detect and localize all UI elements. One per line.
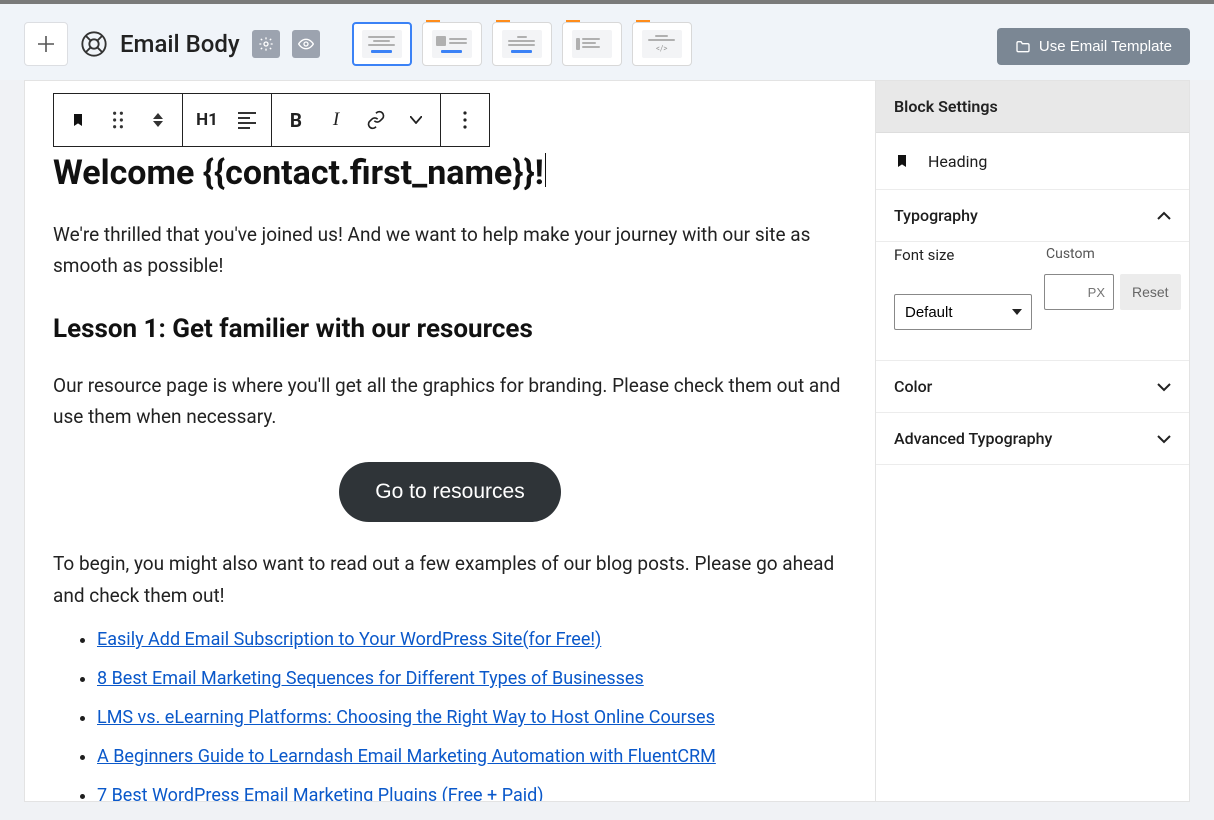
use-template-label: Use Email Template: [1039, 38, 1172, 55]
settings-button[interactable]: [252, 30, 280, 58]
move-up-down-button[interactable]: [144, 102, 172, 138]
list-item: LMS vs. eLearning Platforms: Choosing th…: [97, 707, 847, 728]
template-option-3[interactable]: [492, 22, 552, 66]
page-title: Email Body: [120, 30, 240, 58]
blog-intro-paragraph[interactable]: To begin, you might also want to read ou…: [53, 548, 847, 611]
template-option-5[interactable]: </>: [632, 22, 692, 66]
bold-button[interactable]: B: [282, 102, 310, 138]
list-item: Easily Add Email Subscription to Your Wo…: [97, 629, 847, 650]
blog-link[interactable]: Easily Add Email Subscription to Your Wo…: [97, 629, 601, 650]
heading-level-button[interactable]: H1: [193, 102, 221, 138]
more-formatting-button[interactable]: [402, 102, 430, 138]
typography-label: Typography: [894, 206, 978, 225]
custom-size-label: Custom: [1046, 246, 1181, 262]
custom-size-input[interactable]: [1044, 274, 1114, 310]
use-template-button[interactable]: Use Email Template: [997, 28, 1190, 65]
list-item: 8 Best Email Marketing Sequences for Dif…: [97, 668, 847, 689]
resource-paragraph[interactable]: Our resource page is where you'll get al…: [53, 370, 847, 433]
block-identity-row: Heading: [876, 133, 1189, 190]
typography-section-toggle[interactable]: Typography: [876, 190, 1189, 242]
font-size-select[interactable]: Default: [894, 294, 1032, 330]
block-name-label: Heading: [928, 152, 987, 171]
align-button[interactable]: [233, 102, 261, 138]
sidebar-title: Block Settings: [876, 81, 1189, 133]
template-option-2[interactable]: [422, 22, 482, 66]
blog-link[interactable]: LMS vs. eLearning Platforms: Choosing th…: [97, 707, 715, 728]
block-settings-sidebar: Block Settings Heading Typography Font s…: [876, 80, 1190, 802]
list-item: A Beginners Guide to Learndash Email Mar…: [97, 746, 847, 767]
block-type-icon[interactable]: [64, 102, 92, 138]
template-option-1[interactable]: [352, 22, 412, 66]
blog-link[interactable]: 8 Best Email Marketing Sequences for Dif…: [97, 668, 644, 689]
blog-link[interactable]: 7 Best WordPress Email Marketing Plugins…: [97, 785, 544, 801]
italic-button[interactable]: I: [322, 102, 350, 138]
intro-paragraph[interactable]: We're thrilled that you've joined us! An…: [53, 219, 847, 282]
link-button[interactable]: [362, 102, 390, 138]
blog-links-list: Easily Add Email Subscription to Your Wo…: [53, 629, 847, 801]
adv-typography-label: Advanced Typography: [894, 429, 1052, 448]
cta-button[interactable]: Go to resources: [339, 462, 560, 522]
typography-section-body: Font size Default Custom Reset: [876, 242, 1189, 361]
add-block-button[interactable]: [24, 22, 68, 66]
life-ring-icon: [80, 30, 108, 58]
reset-button[interactable]: Reset: [1120, 274, 1181, 310]
chevron-up-icon: [1157, 206, 1171, 225]
editor-canvas: H1 B I: [24, 80, 876, 802]
list-item: 7 Best WordPress Email Marketing Plugins…: [97, 785, 847, 801]
template-selector: </>: [352, 22, 692, 66]
kebab-menu-button[interactable]: [451, 102, 479, 138]
heading-h1[interactable]: Welcome {{contact.first_name}}!: [53, 153, 847, 193]
advanced-typography-section-toggle[interactable]: Advanced Typography: [876, 413, 1189, 465]
document-content[interactable]: H1 B I: [25, 81, 875, 801]
drag-handle-icon[interactable]: [104, 102, 132, 138]
chevron-down-icon: [1157, 377, 1171, 396]
heading-h2[interactable]: Lesson 1: Get familier with our resource…: [53, 314, 847, 344]
color-section-toggle[interactable]: Color: [876, 361, 1189, 413]
color-section-label: Color: [894, 377, 932, 396]
block-toolbar: H1 B I: [53, 93, 490, 147]
font-size-label: Font size: [894, 246, 1032, 264]
preview-button[interactable]: [292, 30, 320, 58]
heading-block-icon: [894, 151, 910, 171]
editor-topbar: Email Body </> Use Email Template: [0, 4, 1214, 80]
template-option-4[interactable]: [562, 22, 622, 66]
chevron-down-icon: [1157, 429, 1171, 448]
folder-icon: [1015, 39, 1031, 55]
blog-link[interactable]: A Beginners Guide to Learndash Email Mar…: [97, 746, 716, 767]
